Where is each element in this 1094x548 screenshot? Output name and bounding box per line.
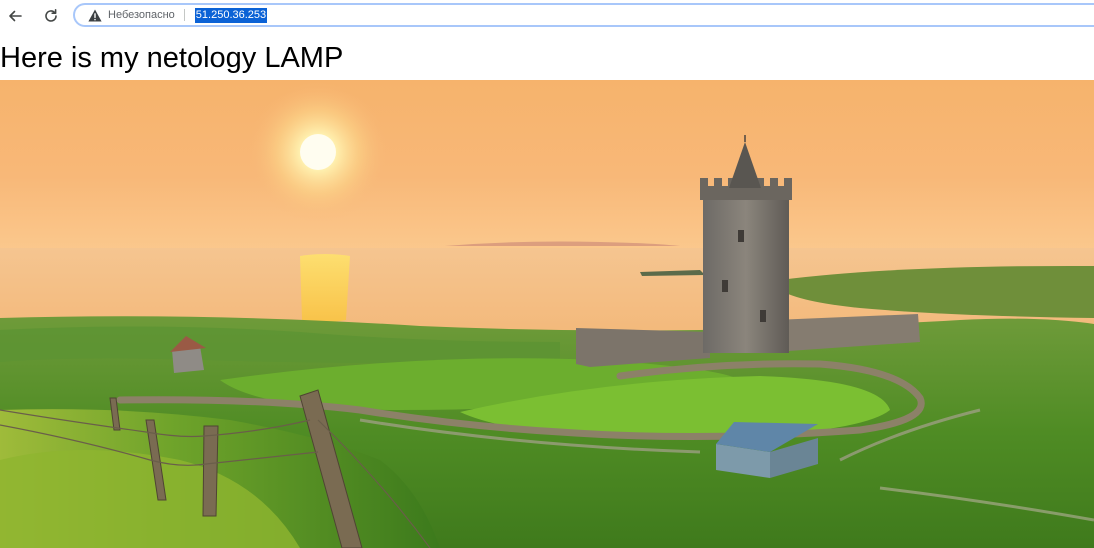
url-text[interactable]: 51.250.36.253 — [194, 7, 268, 23]
arrow-left-icon — [9, 10, 22, 22]
address-bar-divider — [183, 9, 185, 21]
castle-landscape-image — [0, 80, 1094, 548]
reload-button[interactable] — [39, 4, 63, 28]
address-bar[interactable]: Небезопасно 51.250.36.253 — [73, 3, 1094, 27]
back-button[interactable] — [3, 4, 27, 28]
security-status-label[interactable]: Небезопасно — [108, 9, 175, 21]
page-heading: Here is my netology LAMP — [0, 42, 344, 74]
browser-toolbar: Небезопасно 51.250.36.253 — [0, 0, 1094, 32]
warning-triangle-icon[interactable] — [88, 8, 102, 22]
reload-icon — [45, 9, 57, 22]
